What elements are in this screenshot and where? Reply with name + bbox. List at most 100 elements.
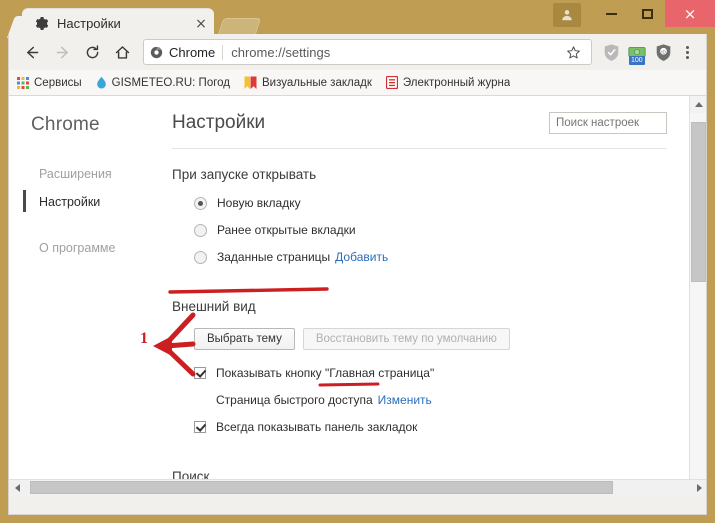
address-bar-url: chrome://settings xyxy=(231,44,331,60)
reload-icon xyxy=(86,44,98,58)
chrome-logo-icon xyxy=(150,46,163,58)
quick-access-row: Страница быстрого доступа Изменить xyxy=(172,393,689,407)
bookmark-item[interactable]: GISMETEO.RU: Погод xyxy=(96,76,230,89)
sidebar-item-label: Расширения xyxy=(39,167,112,181)
chevron-left-icon xyxy=(15,484,20,492)
reset-theme-button: Восстановить тему по умолчанию xyxy=(302,328,510,350)
startup-option-previous-tabs[interactable]: Ранее открытые вкладки xyxy=(172,223,689,237)
scroll-left-button[interactable] xyxy=(9,480,26,496)
radio-icon[interactable] xyxy=(194,250,207,264)
content-header: Настройки xyxy=(172,112,689,134)
close-button[interactable]: × xyxy=(665,0,715,27)
horizontal-scroll-track[interactable] xyxy=(26,480,691,496)
theme-buttons-row: Выбрать тему Восстановить тему по умолча… xyxy=(172,328,689,350)
maximize-button[interactable] xyxy=(629,0,665,27)
sidebar-item-settings[interactable]: Настройки xyxy=(23,188,164,216)
startup-section-title: При запуске открывать xyxy=(172,167,317,182)
add-pages-link[interactable]: Добавить xyxy=(335,250,388,264)
bookmark-label: Электронный журна xyxy=(402,76,511,89)
three-dot-menu-icon xyxy=(685,55,689,59)
settings-page: Chrome Расширения Настройки О программе xyxy=(9,96,689,484)
back-button[interactable] xyxy=(17,37,47,67)
chevron-up-icon xyxy=(694,102,703,107)
chevron-right-icon xyxy=(697,484,702,492)
sidebar-brand: Chrome xyxy=(31,114,100,135)
horizontal-scroll-thumb[interactable] xyxy=(30,481,613,494)
checkbox-icon[interactable] xyxy=(194,367,206,379)
bookmark-item[interactable]: Визуальные закладк xyxy=(244,76,372,90)
vertical-scroll-thumb[interactable] xyxy=(691,122,706,282)
apps-grid-icon xyxy=(17,76,29,89)
gear-icon xyxy=(35,16,49,30)
horizontal-scrollbar[interactable] xyxy=(9,479,706,496)
water-drop-icon xyxy=(96,76,106,89)
chrome-badge: Chrome xyxy=(150,44,224,60)
extension-money-green[interactable]: 100 xyxy=(624,38,650,66)
settings-sidebar: Chrome Расширения Настройки О программе xyxy=(9,96,164,477)
tab-title: Настройки xyxy=(57,16,121,31)
shield-grey-icon xyxy=(604,43,618,61)
checkbox-icon[interactable] xyxy=(194,421,206,433)
minimize-button[interactable] xyxy=(593,0,629,27)
radio-label: Ранее открытые вкладки xyxy=(217,223,356,237)
sidebar-item-about[interactable]: О программе xyxy=(31,234,164,262)
startup-option-specific-pages[interactable]: Заданные страницы Добавить xyxy=(172,250,689,264)
tab-close-icon[interactable]: × xyxy=(192,17,210,31)
radio-label: Новую вкладку xyxy=(217,196,301,210)
radio-icon[interactable] xyxy=(194,223,207,237)
window-controls: × xyxy=(553,0,715,30)
bookmark-item[interactable]: Сервисы xyxy=(17,76,82,89)
bookmark-label: Визуальные закладк xyxy=(262,76,372,89)
page-viewport: Chrome Расширения Настройки О программе xyxy=(9,96,706,496)
svg-text:ID: ID xyxy=(661,49,666,54)
quick-access-label: Страница быстрого доступа xyxy=(216,393,373,407)
sidebar-item-label: Настройки xyxy=(39,195,101,209)
browser-toolbar: Chrome chrome://settings 100 ID xyxy=(9,34,706,70)
chrome-menu-button[interactable] xyxy=(676,38,698,66)
page-title: Настройки xyxy=(172,112,266,133)
show-home-button-row[interactable]: Показывать кнопку "Главная страница" xyxy=(172,366,689,380)
startup-option-new-tab[interactable]: Новую вкладку xyxy=(172,196,689,210)
maximize-icon xyxy=(641,8,653,19)
title-bar: Настройки × × xyxy=(0,0,715,38)
arrow-left-icon xyxy=(26,46,38,58)
browser-chrome: Chrome chrome://settings 100 ID Сервисы … xyxy=(8,34,707,515)
sidebar-item-extensions[interactable]: Расширения xyxy=(31,160,164,188)
document-red-icon xyxy=(385,76,398,89)
three-dot-menu-icon xyxy=(685,50,689,54)
browser-window: Настройки × × Chrome chrome://settings 1… xyxy=(0,0,715,523)
always-show-bookmarks-row[interactable]: Всегда показывать панель закладок xyxy=(172,420,689,434)
bookmark-star-button[interactable] xyxy=(561,45,585,60)
appearance-section-title: Внешний вид xyxy=(172,299,256,314)
annotation-step-number: 1 xyxy=(140,330,148,347)
settings-content: Настройки При запуске открывать Новую вк… xyxy=(164,96,689,484)
reload-button[interactable] xyxy=(77,37,107,67)
three-dot-menu-icon xyxy=(685,45,689,49)
extension-badge-count: 100 xyxy=(629,56,645,65)
bookmarks-bar: Сервисы GISMETEO.RU: Погод Визуальные за… xyxy=(9,70,706,96)
scroll-right-button[interactable] xyxy=(691,480,706,496)
star-icon xyxy=(566,45,580,58)
user-avatar-button[interactable] xyxy=(553,3,581,27)
extension-shield-dark[interactable]: ID xyxy=(650,38,676,66)
extension-shield-grey[interactable] xyxy=(598,38,624,66)
vertical-scrollbar[interactable] xyxy=(689,96,706,496)
shield-dark-icon: ID xyxy=(656,43,670,61)
quick-access-change-link[interactable]: Изменить xyxy=(378,393,432,407)
home-button[interactable] xyxy=(107,37,137,67)
radio-icon[interactable] xyxy=(194,196,207,210)
checkbox-label: Всегда показывать панель закладок xyxy=(216,420,418,434)
chrome-badge-label: Chrome xyxy=(169,44,216,60)
bookmark-label: Сервисы xyxy=(34,76,82,89)
checkbox-label: Показывать кнопку "Главная страница" xyxy=(216,366,435,380)
arrow-right-icon xyxy=(56,46,68,58)
user-avatar-icon xyxy=(562,10,572,21)
address-bar[interactable]: Chrome chrome://settings xyxy=(143,39,592,65)
choose-theme-button[interactable]: Выбрать тему xyxy=(194,328,295,350)
search-settings-input[interactable] xyxy=(549,112,667,134)
minimize-icon xyxy=(605,12,617,15)
scroll-up-button[interactable] xyxy=(690,96,706,113)
forward-button xyxy=(47,37,77,67)
bookmark-item[interactable]: Электронный журна xyxy=(385,76,511,89)
